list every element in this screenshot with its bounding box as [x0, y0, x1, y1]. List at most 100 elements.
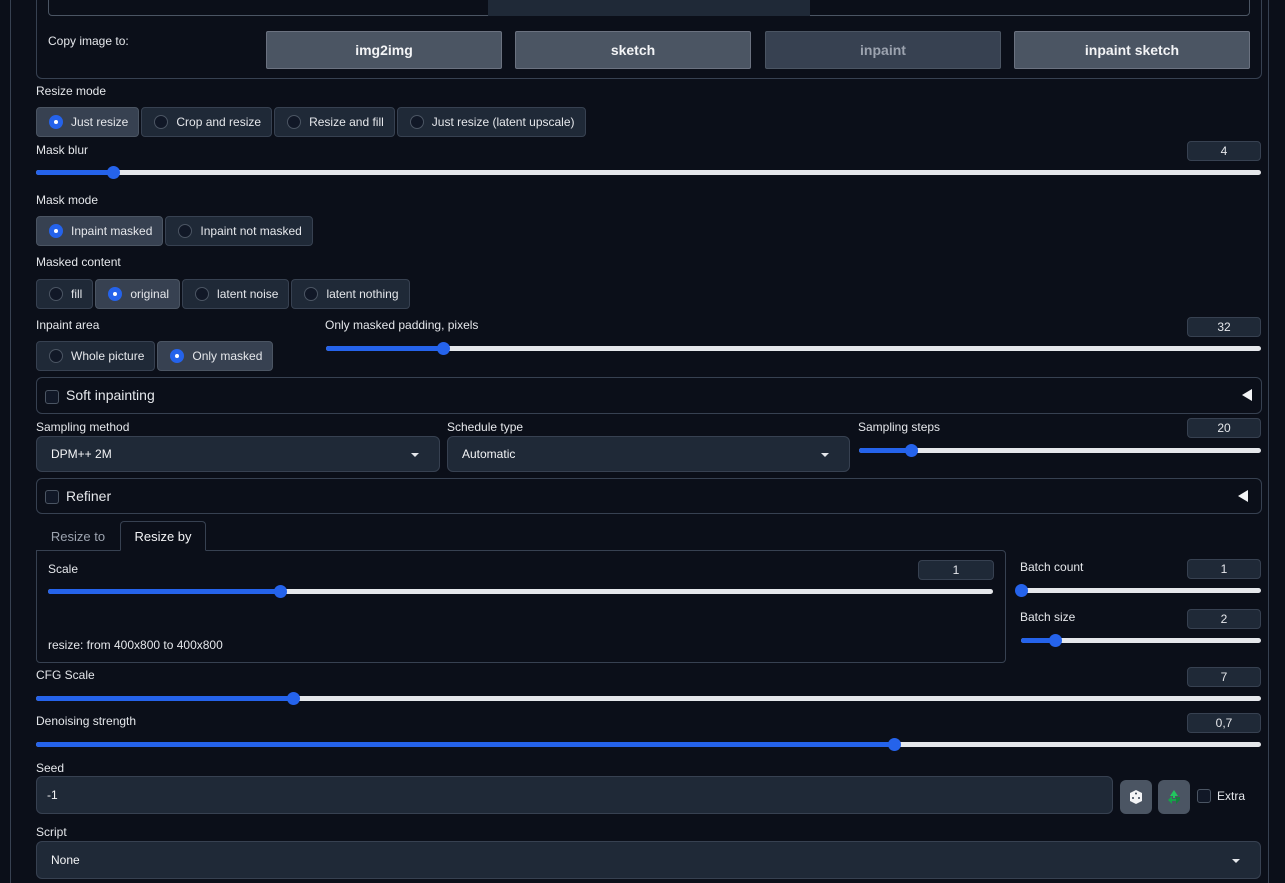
resize-mode-latent-upscale[interactable]: Just resize (latent upscale): [396, 107, 586, 137]
tab-resize-by[interactable]: Resize by: [120, 521, 206, 551]
chevron-down-icon: [1232, 859, 1240, 863]
radio-dot: [49, 349, 63, 363]
dropdown-value: None: [51, 853, 80, 867]
radio-dot: [195, 287, 210, 301]
schedule-type-label: Schedule type: [447, 420, 524, 434]
resize-mode-just-resize[interactable]: Just resize: [36, 107, 140, 137]
radio-label: Just resize (latent upscale): [431, 115, 575, 129]
masked-content-latent-nothing[interactable]: latent nothing: [291, 279, 410, 309]
masked-content-fill[interactable]: fill: [36, 279, 94, 309]
collapse-triangle-icon[interactable]: [1242, 389, 1252, 401]
padding-slider[interactable]: [326, 341, 1261, 355]
resize-mode-resize-and-fill[interactable]: Resize and fill: [274, 107, 395, 137]
masked-content-latent-noise[interactable]: latent noise: [182, 279, 290, 309]
scale-label: Scale: [48, 562, 79, 576]
radio-dot: [409, 115, 424, 129]
radio-label: latent noise: [217, 287, 279, 301]
radio-dot: [287, 115, 302, 129]
sampling-steps-label: Sampling steps: [858, 420, 941, 434]
radio-label: original: [130, 287, 170, 301]
radio-label: Inpaint masked: [71, 224, 153, 238]
sampling-steps-slider[interactable]: [859, 443, 1261, 457]
radio-label: fill: [71, 287, 83, 301]
slider-thumb[interactable]: [106, 166, 120, 179]
resize-info-text: resize: from 400x800 to 400x800: [48, 638, 223, 652]
chevron-down-icon: [411, 453, 419, 457]
radio-label: Resize and fill: [309, 115, 384, 129]
recycle-icon[interactable]: [1158, 780, 1190, 814]
copy-to-inpaint-button[interactable]: inpaint: [765, 31, 1001, 69]
slider-thumb[interactable]: [905, 444, 919, 457]
radio-label: Only masked: [192, 349, 263, 363]
padding-value[interactable]: 32: [1187, 317, 1261, 337]
radio-label: Just resize: [71, 115, 129, 129]
denoising-slider[interactable]: [36, 737, 1261, 751]
cfg-scale-slider[interactable]: [36, 691, 1261, 705]
slider-thumb[interactable]: [436, 342, 450, 355]
copy-to-sketch-button[interactable]: sketch: [515, 31, 751, 69]
soft-inpainting-checkbox[interactable]: [45, 390, 59, 404]
mask-mode-group: Inpaint masked Inpaint not masked: [36, 216, 315, 248]
seed-extra-checkbox[interactable]: [1197, 789, 1211, 803]
image-preview: [488, 0, 810, 16]
seed-input[interactable]: -1: [36, 776, 1113, 814]
radio-label: Inpaint not masked: [200, 224, 302, 238]
sampling-method-label: Sampling method: [36, 420, 130, 434]
sampling-method-dropdown[interactable]: DPM++ 2M: [36, 436, 440, 472]
radio-dot: [49, 224, 63, 238]
dropdown-value: DPM++ 2M: [51, 447, 112, 461]
refiner-accordion[interactable]: [36, 478, 1262, 514]
resize-mode-crop-and-resize[interactable]: Crop and resize: [141, 107, 273, 137]
mask-blur-value[interactable]: 4: [1187, 141, 1261, 161]
inpaint-area-whole-picture[interactable]: Whole picture: [36, 341, 156, 371]
radio-label: latent nothing: [326, 287, 399, 301]
scale-slider[interactable]: [48, 584, 993, 598]
slider-thumb[interactable]: [887, 738, 901, 751]
script-label: Script: [36, 825, 67, 839]
batch-count-value[interactable]: 1: [1187, 559, 1261, 579]
scale-value[interactable]: 1: [918, 560, 994, 580]
mask-mode-label: Mask mode: [36, 193, 99, 207]
mask-mode-inpaint-not-masked[interactable]: Inpaint not masked: [165, 216, 313, 246]
refiner-label: Refiner: [66, 488, 112, 504]
soft-inpainting-accordion[interactable]: [36, 377, 1262, 414]
script-dropdown[interactable]: None: [36, 841, 1261, 879]
batch-size-value[interactable]: 2: [1187, 609, 1261, 629]
mask-blur-slider[interactable]: [36, 165, 1261, 179]
left-border: [10, 0, 11, 883]
batch-count-slider[interactable]: [1015, 583, 1261, 597]
cfg-scale-label: CFG Scale: [36, 668, 95, 682]
collapse-triangle-icon[interactable]: [1238, 490, 1248, 502]
copy-image-label: Copy image to:: [48, 34, 129, 48]
padding-label: Only masked padding, pixels: [325, 318, 479, 332]
resize-mode-group: Just resize Crop and resize Resize and f…: [36, 107, 588, 139]
tab-resize-to[interactable]: Resize to: [38, 521, 118, 551]
batch-count-label: Batch count: [1020, 560, 1084, 574]
copy-to-img2img-button[interactable]: img2img: [266, 31, 502, 69]
cfg-scale-value[interactable]: 7: [1187, 667, 1261, 687]
batch-size-label: Batch size: [1020, 610, 1076, 624]
slider-thumb[interactable]: [1015, 584, 1028, 597]
slider-thumb[interactable]: [287, 692, 301, 705]
slider-thumb[interactable]: [273, 585, 287, 598]
slider-thumb[interactable]: [1048, 634, 1062, 647]
seed-extra-label: Extra: [1217, 789, 1246, 803]
radio-label: Whole picture: [71, 349, 145, 363]
masked-content-original[interactable]: original: [95, 279, 181, 309]
right-border: [1268, 0, 1269, 883]
refiner-checkbox[interactable]: [45, 490, 59, 504]
radio-dot: [170, 349, 185, 363]
inpaint-area-label: Inpaint area: [36, 318, 100, 332]
schedule-type-dropdown[interactable]: Automatic: [447, 436, 850, 472]
sampling-steps-value[interactable]: 20: [1187, 418, 1261, 438]
mask-mode-inpaint-masked[interactable]: Inpaint masked: [36, 216, 164, 246]
batch-size-slider[interactable]: [1021, 633, 1261, 647]
inpaint-area-group: Whole picture Only masked: [36, 341, 275, 373]
copy-to-inpaint-sketch-button[interactable]: inpaint sketch: [1014, 31, 1250, 69]
seed-value: -1: [47, 788, 58, 802]
inpaint-area-only-masked[interactable]: Only masked: [157, 341, 274, 371]
dice-icon[interactable]: [1120, 780, 1152, 814]
radio-label: Crop and resize: [176, 115, 262, 129]
denoising-value[interactable]: 0,7: [1187, 713, 1261, 733]
radio-dot: [49, 115, 63, 129]
